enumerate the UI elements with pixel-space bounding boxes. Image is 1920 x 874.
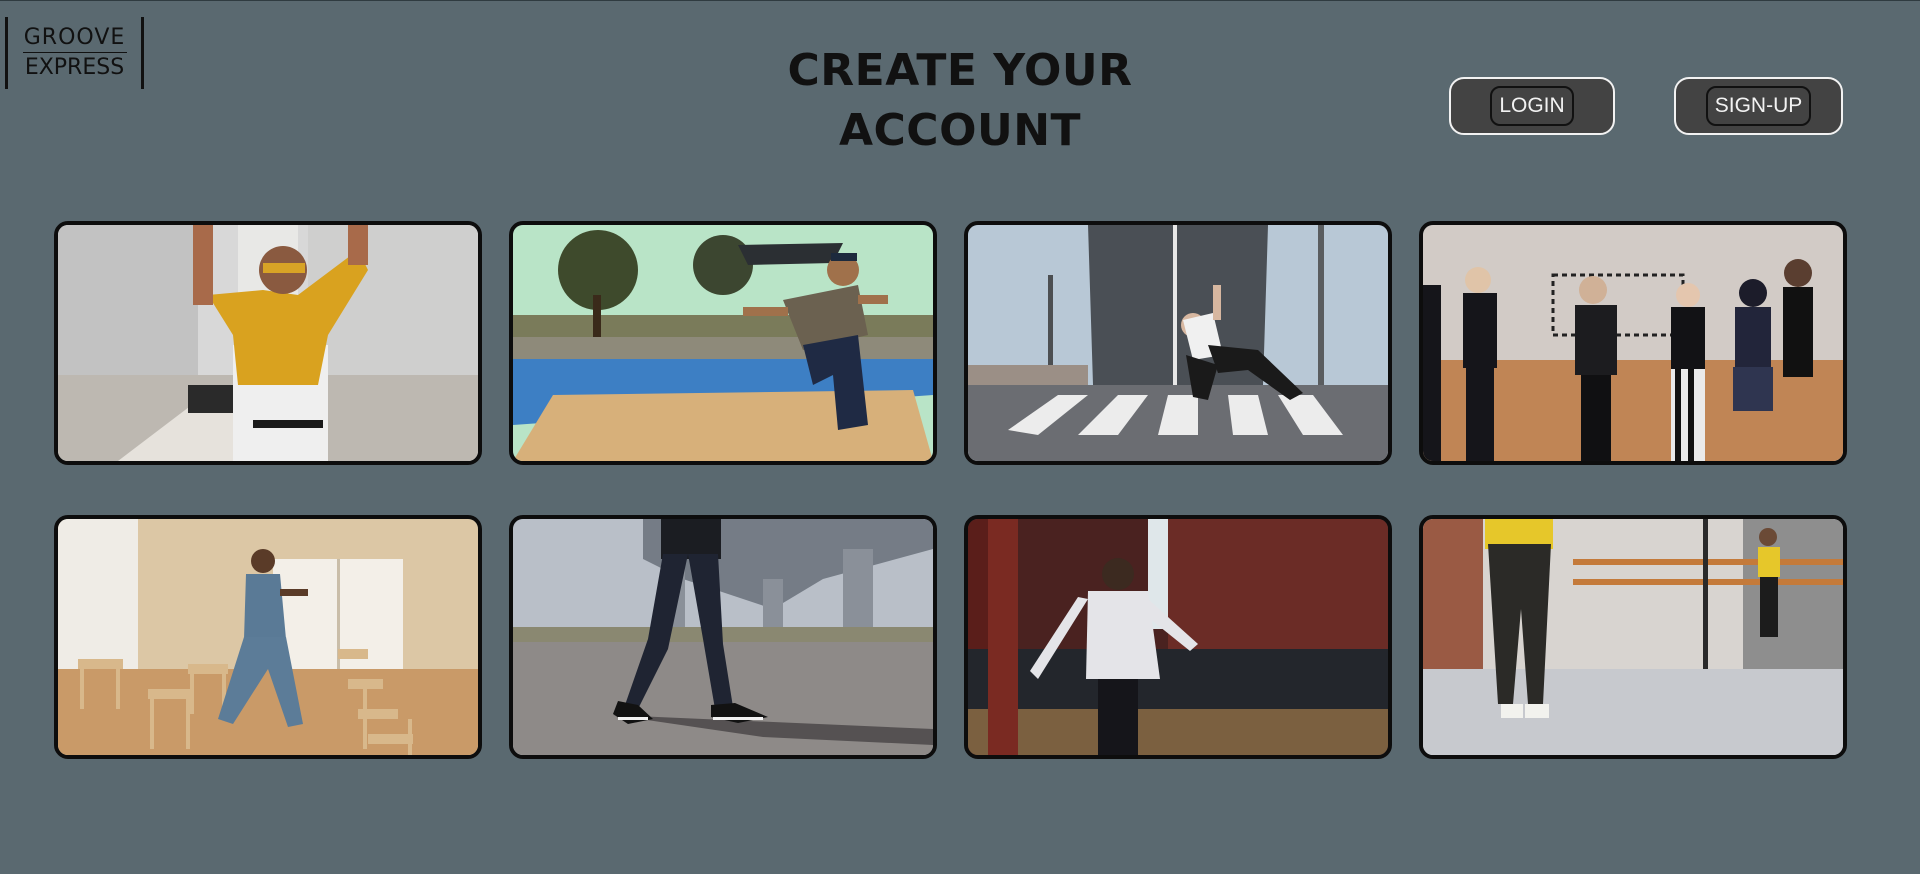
dancer-skatepark-thumbnail: [513, 225, 933, 461]
dancer-yellow-shirt-thumbnail: [58, 225, 478, 461]
dancer-sneakers-overpass-thumbnail: [513, 519, 933, 755]
video-card-8[interactable]: [1419, 515, 1847, 759]
video-card-3[interactable]: [964, 221, 1392, 465]
logo-line-1: GROOVE: [23, 25, 126, 50]
dancers-group-gym-thumbnail: [1423, 225, 1843, 461]
video-card-1[interactable]: [54, 221, 482, 465]
logo-divider: [22, 52, 127, 53]
logo[interactable]: GROOVE EXPRESS: [5, 17, 144, 89]
dancer-ballet-studio-thumbnail: [1423, 519, 1843, 755]
page-title: CREATE YOUR ACCOUNT: [787, 45, 1133, 156]
dancer-red-curtain-room-thumbnail: [968, 519, 1388, 755]
video-gallery: [54, 221, 1847, 759]
signup-button-label: SIGN-UP: [1705, 86, 1812, 126]
login-button-label: LOGIN: [1490, 86, 1574, 126]
video-card-2[interactable]: [509, 221, 937, 465]
video-card-6[interactable]: [509, 515, 937, 759]
dancer-bridge-breakdance-thumbnail: [968, 225, 1388, 461]
signup-button[interactable]: SIGN-UP: [1674, 77, 1843, 135]
video-card-4[interactable]: [1419, 221, 1847, 465]
dancer-hall-chairs-thumbnail: [58, 519, 478, 755]
logo-line-2: EXPRESS: [24, 55, 125, 80]
video-card-5[interactable]: [54, 515, 482, 759]
login-button[interactable]: LOGIN: [1449, 77, 1615, 135]
video-card-7[interactable]: [964, 515, 1392, 759]
